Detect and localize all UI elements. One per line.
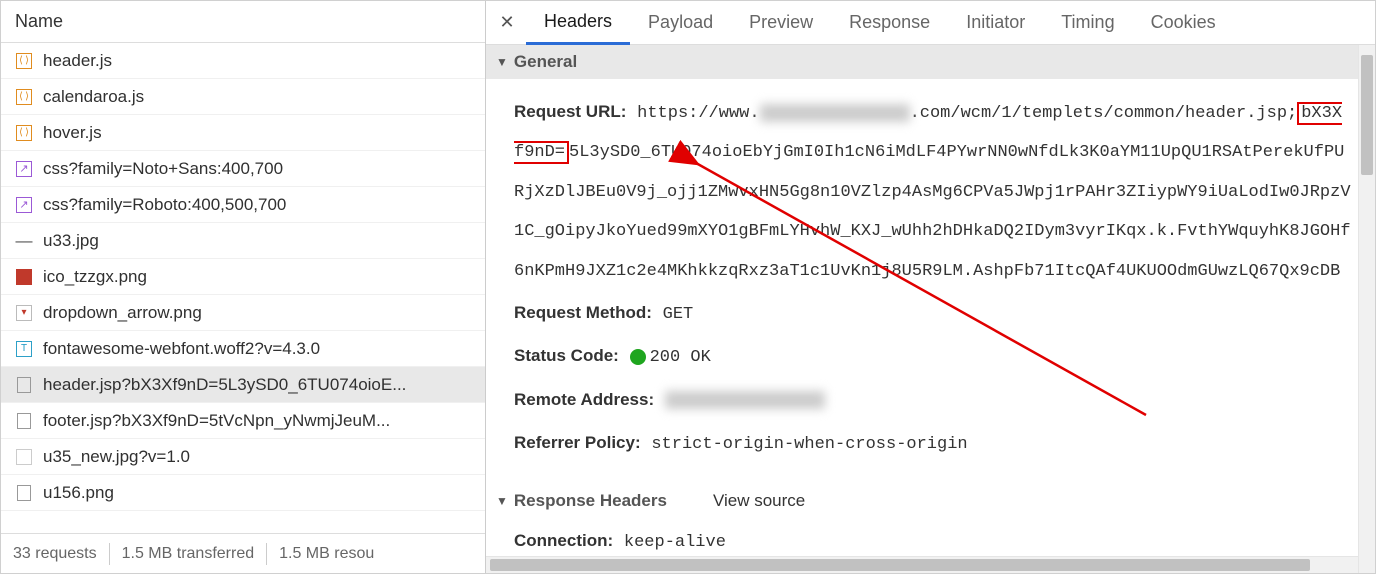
section-title: General: [514, 52, 577, 72]
request-name: fontawesome-webfont.woff2?v=4.3.0: [43, 339, 320, 359]
request-url-row: Request URL: https://www..com/wcm/1/temp…: [514, 93, 1351, 290]
request-row[interactable]: u35_new.jpg?v=1.0: [1, 439, 485, 475]
image-icon: [15, 268, 33, 286]
resources-size: 1.5 MB resou: [279, 545, 374, 563]
network-summary-bar: 33 requests 1.5 MB transferred 1.5 MB re…: [1, 533, 485, 573]
request-method-row: Request Method: GET: [514, 294, 1351, 333]
request-name: header.js: [43, 51, 112, 71]
request-details-panel: ✕ HeadersPayloadPreviewResponseInitiator…: [486, 1, 1375, 573]
request-row[interactable]: Tfontawesome-webfont.woff2?v=4.3.0: [1, 331, 485, 367]
document-icon: [15, 376, 33, 394]
request-row[interactable]: ↗ css?family=Noto+Sans:400,700: [1, 151, 485, 187]
transferred-size: 1.5 MB transferred: [122, 545, 255, 563]
divider: [266, 543, 267, 565]
request-name: hover.js: [43, 123, 102, 143]
document-icon: [15, 412, 33, 430]
requests-count: 33 requests: [13, 545, 97, 563]
request-name: css?family=Roboto:400,500,700: [43, 195, 286, 215]
details-tab-bar: ✕ HeadersPayloadPreviewResponseInitiator…: [486, 1, 1375, 45]
remote-address-row: Remote Address:: [514, 381, 1351, 420]
request-list: ⟨⟩ header.js ⟨⟩ calendaroa.js ⟨⟩ hover.js ↗ css…: [1, 43, 485, 533]
caret-down-icon: ▼: [496, 55, 508, 69]
stylesheet-icon: ↗: [15, 196, 33, 214]
request-row[interactable]: header.jsp?bX3Xf9nD=5L3ySD0_6TU074oioE..…: [1, 367, 485, 403]
tab-payload[interactable]: Payload: [630, 1, 731, 45]
tab-response[interactable]: Response: [831, 1, 948, 45]
request-name: dropdown_arrow.png: [43, 303, 202, 323]
details-body: ▼ General Request URL: https://www..com/…: [486, 45, 1375, 573]
referrer-policy-row: Referrer Policy: strict-origin-when-cros…: [514, 424, 1351, 463]
request-name: css?family=Noto+Sans:400,700: [43, 159, 283, 179]
image-icon: ▾: [15, 304, 33, 322]
url-query-rest: 5L3ySD0_6TU074oioEbYjGmI0Ih1cN6iMdLF4PYw…: [514, 143, 1351, 280]
request-name: ico_tzzgx.png: [43, 267, 147, 287]
document-icon: [15, 484, 33, 502]
request-row[interactable]: ⟨⟩ header.js: [1, 43, 485, 79]
tab-initiator[interactable]: Initiator: [948, 1, 1043, 45]
divider: [109, 543, 110, 565]
connection-row: Connection: keep-alive: [514, 522, 1351, 561]
request-row[interactable]: u156.png: [1, 475, 485, 511]
font-file-icon: T: [15, 340, 33, 358]
tab-timing[interactable]: Timing: [1043, 1, 1132, 45]
vertical-scrollbar[interactable]: [1358, 45, 1375, 573]
request-row[interactable]: ico_tzzgx.png: [1, 259, 485, 295]
tab-cookies[interactable]: Cookies: [1133, 1, 1234, 45]
request-name: footer.jsp?bX3Xf9nD=5tVcNpn_yNwmjJeuM...: [43, 411, 390, 431]
redacted-host: [760, 104, 910, 122]
request-row[interactable]: ↗ css?family=Roboto:400,500,700: [1, 187, 485, 223]
redacted-address: [665, 391, 825, 409]
name-column-header[interactable]: Name: [1, 1, 485, 43]
status-dot-icon: [630, 349, 646, 365]
close-icon[interactable]: ✕: [496, 12, 518, 34]
network-request-list-panel: Name ⟨⟩ header.js ⟨⟩ calendaroa.js ⟨⟩ hover.j…: [1, 1, 486, 573]
view-source-link[interactable]: View source: [713, 491, 805, 511]
request-row[interactable]: ⟨⟩ hover.js: [1, 115, 485, 151]
request-name: u35_new.jpg?v=1.0: [43, 447, 190, 467]
horizontal-scrollbar[interactable]: [486, 556, 1358, 573]
image-icon: —: [15, 232, 33, 250]
request-row[interactable]: ⟨⟩ calendaroa.js: [1, 79, 485, 115]
tab-headers[interactable]: Headers: [526, 1, 630, 45]
response-headers-section-header[interactable]: ▼ Response Headers View source: [486, 484, 1375, 518]
stylesheet-icon: ↗: [15, 160, 33, 178]
general-section-header[interactable]: ▼ General: [486, 45, 1375, 79]
request-name: u33.jpg: [43, 231, 99, 251]
js-file-icon: ⟨⟩: [15, 88, 33, 106]
request-name: calendaroa.js: [43, 87, 144, 107]
url-prefix: https://www.: [637, 104, 759, 123]
image-icon: [15, 448, 33, 466]
caret-down-icon: ▼: [496, 494, 508, 508]
request-name: u156.png: [43, 483, 114, 503]
js-file-icon: ⟨⟩: [15, 52, 33, 70]
tab-preview[interactable]: Preview: [731, 1, 831, 45]
request-row[interactable]: ▾ dropdown_arrow.png: [1, 295, 485, 331]
request-row[interactable]: footer.jsp?bX3Xf9nD=5tVcNpn_yNwmjJeuM...: [1, 403, 485, 439]
status-code-row: Status Code: 200 OK: [514, 337, 1351, 376]
url-path: .com/wcm/1/templets/common/header.jsp;: [910, 104, 1298, 123]
request-row[interactable]: — u33.jpg: [1, 223, 485, 259]
request-name: header.jsp?bX3Xf9nD=5L3ySD0_6TU074oioE..…: [43, 375, 406, 395]
section-title: Response Headers: [514, 491, 667, 511]
js-file-icon: ⟨⟩: [15, 124, 33, 142]
